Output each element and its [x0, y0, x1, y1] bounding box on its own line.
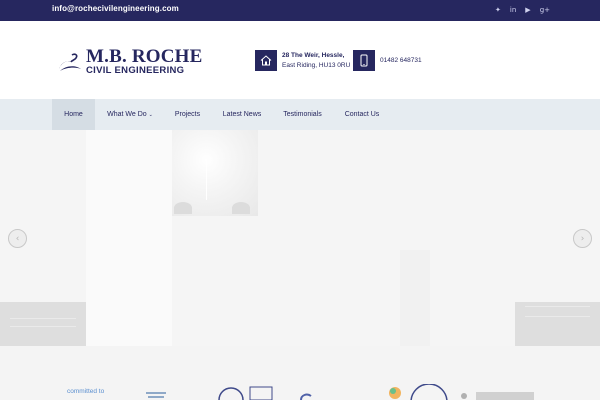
- nav-label-home: Home: [64, 111, 83, 118]
- home-icon: [255, 50, 277, 71]
- address-block: 28 The Weir, Hessle, East Riding, HU13 0…: [255, 50, 350, 71]
- nav-label-projects: Projects: [174, 111, 201, 118]
- partner-logo: [461, 392, 534, 400]
- nav-label-contact-us: Contact Us: [344, 111, 380, 118]
- partner-logo: [218, 386, 273, 400]
- slider-image: [0, 302, 86, 346]
- swan-logo-icon: [59, 53, 81, 71]
- site-logo[interactable]: M.B. ROCHE CIVIL ENGINEERING: [56, 46, 203, 76]
- linkedin-icon[interactable]: in: [510, 5, 516, 15]
- nav-item-contact-us[interactable]: Contact Us: [337, 99, 387, 130]
- nav-label-what-we-do: What We Do: [107, 111, 147, 118]
- logo-name: M.B. ROCHE: [86, 46, 203, 67]
- nav-label-testimonials: Testimonials: [283, 111, 322, 118]
- chevron-down-icon: ⌄: [148, 111, 153, 118]
- partner-logo: [146, 392, 166, 398]
- nav-item-testimonials[interactable]: Testimonials: [275, 99, 330, 130]
- nav-label-latest-news: Latest News: [222, 111, 262, 118]
- committed-label: committed to: [67, 388, 105, 395]
- site-header: M.B. ROCHE CIVIL ENGINEERING 28 The Weir…: [0, 21, 600, 99]
- phone-block: 01482 648731: [353, 50, 422, 71]
- slider-image: [172, 130, 258, 216]
- chevron-right-icon[interactable]: ›: [573, 229, 592, 248]
- google-plus-icon[interactable]: g+: [540, 5, 550, 15]
- twitter-icon[interactable]: ✦: [495, 5, 501, 15]
- main-nav: Home What We Do ⌄ Projects Latest News T…: [0, 99, 600, 130]
- nav-item-what-we-do[interactable]: What We Do ⌄: [100, 99, 160, 130]
- partner-logo: [389, 384, 448, 400]
- top-bar: info@rochecivilengineering.com ✦ in ▶ g+: [0, 0, 600, 21]
- slider-image: [515, 302, 600, 346]
- slider-backdrop: [86, 130, 172, 346]
- logo-subtitle: CIVIL ENGINEERING: [86, 65, 185, 76]
- nav-item-projects[interactable]: Projects: [165, 99, 210, 130]
- chevron-left-icon[interactable]: ‹: [8, 229, 27, 248]
- partner-logos: committed to: [0, 346, 600, 400]
- address-line-2: East Riding, HU13 0RU: [282, 61, 351, 69]
- youtube-icon[interactable]: ▶: [525, 5, 530, 15]
- phone-number[interactable]: 01482 648731: [380, 56, 422, 66]
- nav-item-latest-news[interactable]: Latest News: [216, 99, 268, 130]
- social-links: ✦ in ▶ g+: [495, 5, 550, 15]
- partner-logo: [300, 393, 312, 400]
- mobile-icon: [353, 50, 375, 71]
- nav-item-home[interactable]: Home: [52, 99, 95, 130]
- address-line-1: 28 The Weir, Hessle,: [282, 51, 345, 59]
- slider-backdrop: [400, 250, 430, 346]
- email-link[interactable]: info@rochecivilengineering.com: [52, 4, 179, 13]
- hero-slider: ‹ ›: [0, 130, 600, 346]
